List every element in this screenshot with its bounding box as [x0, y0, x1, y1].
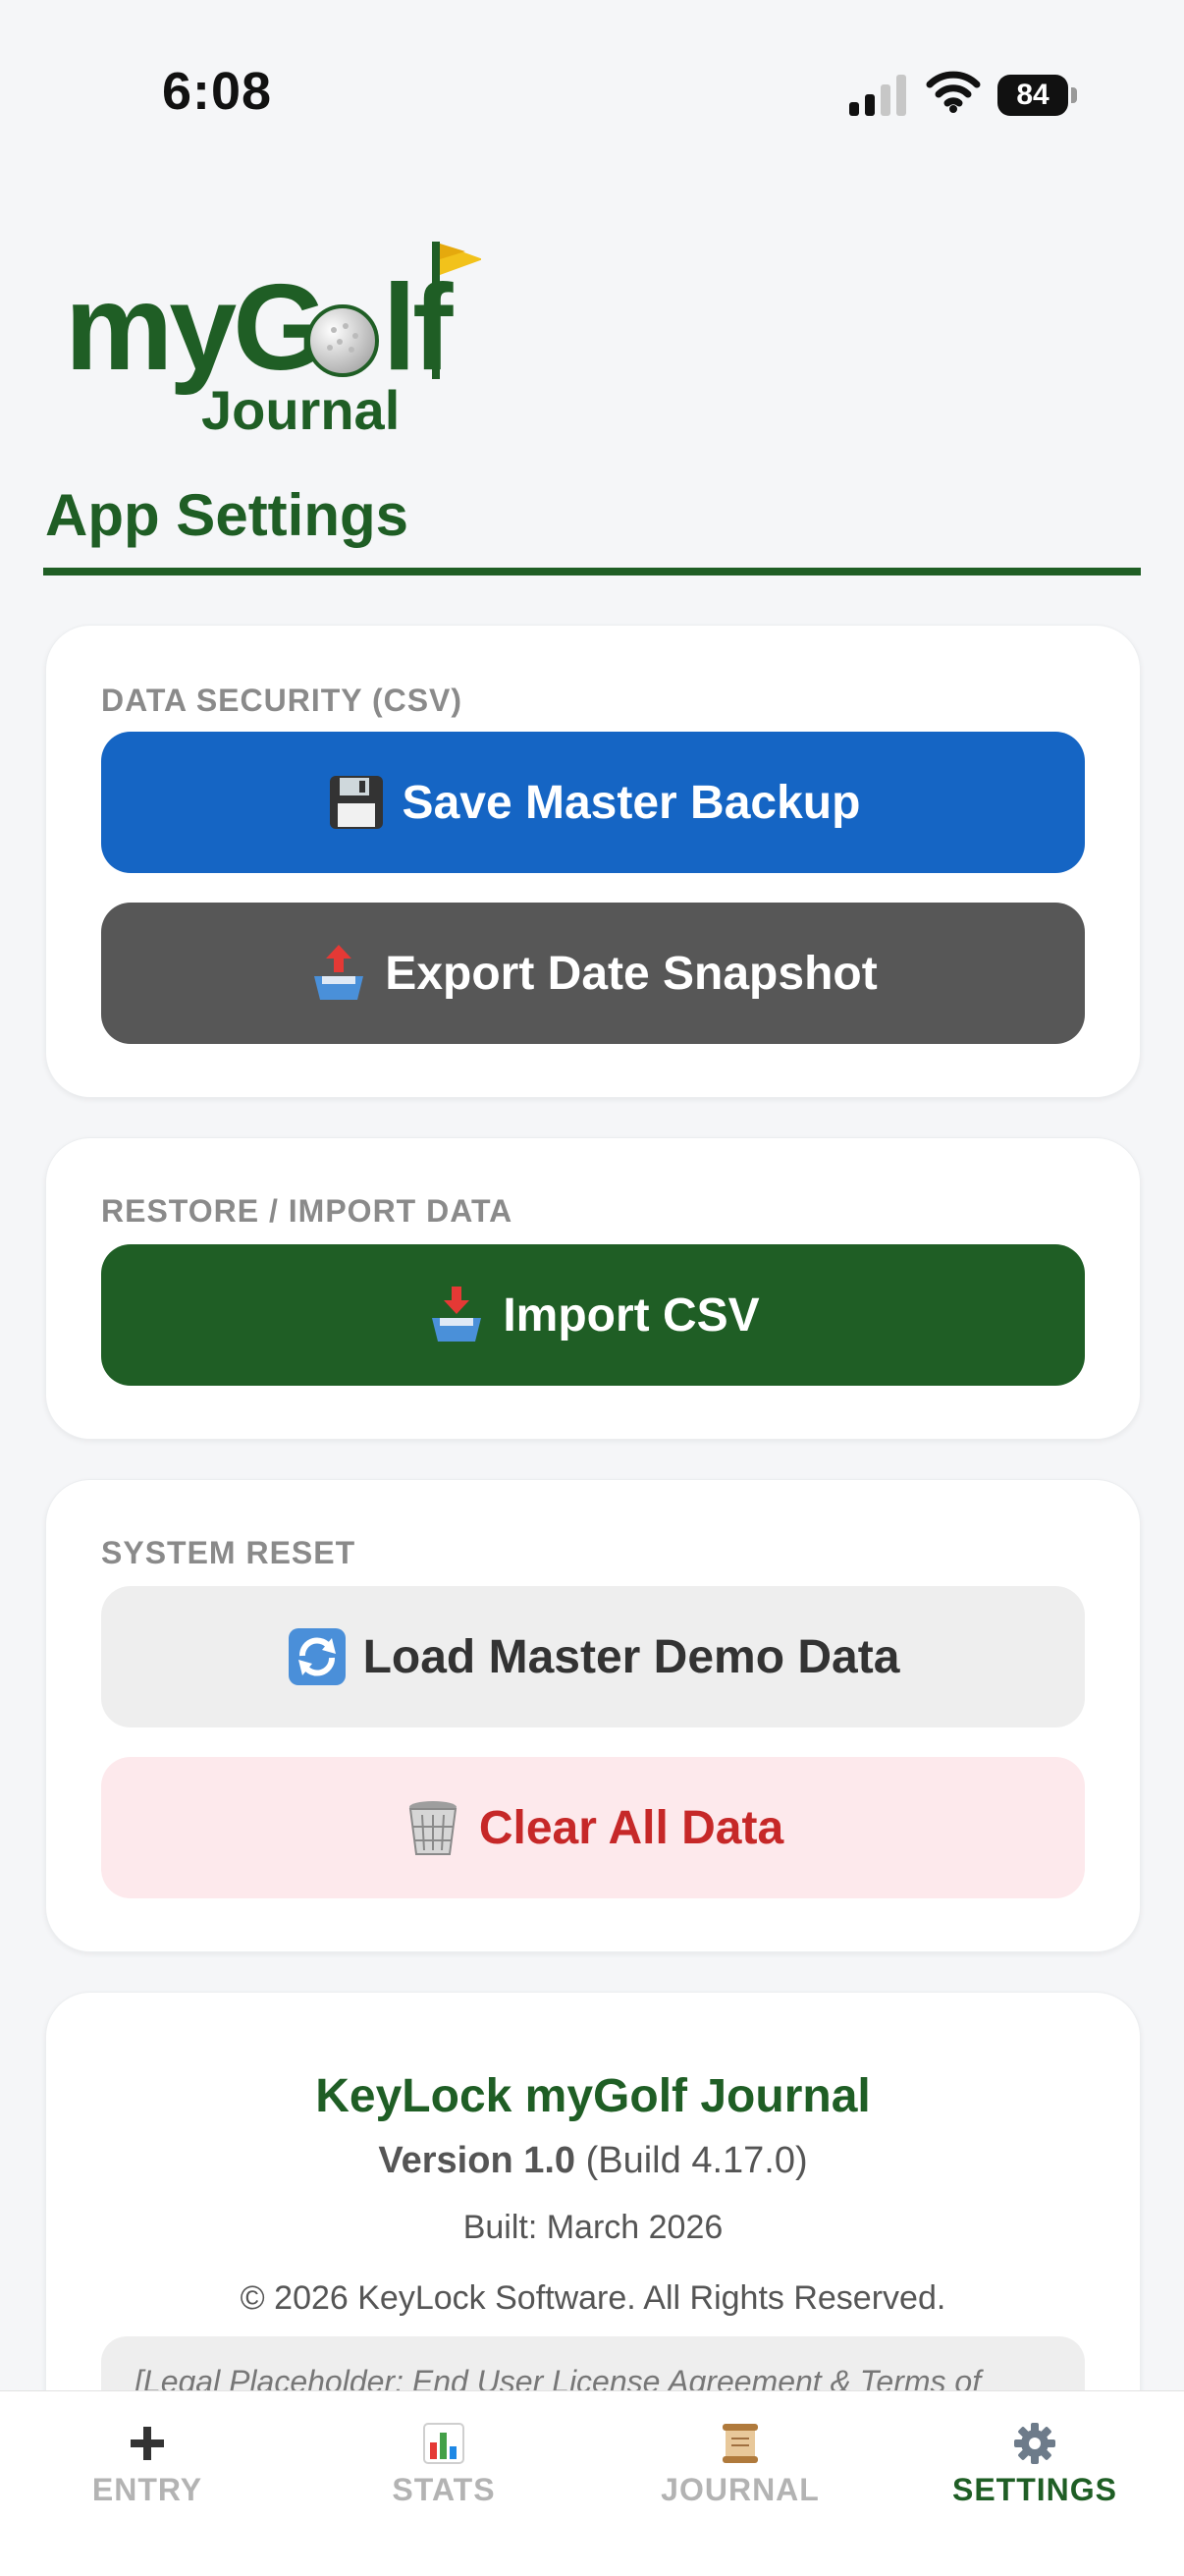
scroll-icon: [723, 2424, 758, 2463]
floppy-disk-icon: [329, 776, 383, 829]
tab-stats[interactable]: STATS: [326, 2421, 562, 2508]
battery-indicator: 84: [997, 75, 1078, 116]
import-csv-button[interactable]: Import CSV: [101, 1244, 1085, 1386]
button-label: Export Date Snapshot: [385, 947, 878, 1000]
version-number: Version 1.0: [378, 2140, 576, 2181]
restore-import-card: RESTORE / IMPORT DATA Import CSV: [45, 1137, 1141, 1440]
wastebasket-icon: [408, 1801, 457, 1855]
data-security-card: DATA SECURITY (CSV) Save Master Backup E…: [45, 625, 1141, 1098]
tab-label: SETTINGS: [951, 2472, 1117, 2507]
tab-label: STATS: [392, 2472, 496, 2507]
tab-label: JOURNAL: [661, 2472, 820, 2507]
battery-level: 84: [997, 75, 1068, 116]
system-reset-card: SYSTEM RESET Load Master Demo Data Clear…: [45, 1479, 1141, 1952]
tab-label: ENTRY: [91, 2472, 203, 2507]
button-label: Clear All Data: [478, 1801, 784, 1854]
export-date-snapshot-button[interactable]: Export Date Snapshot: [101, 903, 1085, 1044]
tab-settings[interactable]: SETTINGS: [917, 2421, 1153, 2508]
logo-text-part-1: myG: [65, 260, 328, 396]
golf-flag-icon: [432, 242, 481, 379]
load-master-demo-data-button[interactable]: Load Master Demo Data: [101, 1586, 1085, 1727]
build-number: (Build 4.17.0): [585, 2140, 808, 2181]
inbox-tray-icon: [432, 1287, 482, 1342]
bar-chart-icon: [423, 2423, 464, 2464]
button-label: Load Master Demo Data: [362, 1630, 900, 1683]
button-label: Save Master Backup: [402, 776, 861, 829]
plus-icon: [131, 2427, 164, 2460]
wifi-icon: [926, 71, 981, 113]
app-logo: myG lf Journal: [59, 228, 481, 444]
logo-subtitle: Journal: [201, 379, 401, 441]
about-version: Version 1.0 (Build 4.17.0): [46, 2140, 1140, 2182]
gear-icon: [1014, 2423, 1055, 2464]
title-divider: [43, 568, 1141, 575]
tab-journal[interactable]: JOURNAL: [622, 2421, 858, 2508]
button-label: Import CSV: [503, 1288, 760, 1342]
outbox-tray-icon: [314, 945, 364, 1000]
cellular-signal-icon: [849, 75, 906, 116]
refresh-arrows-icon: [288, 1628, 346, 1685]
section-label: RESTORE / IMPORT DATA: [101, 1193, 513, 1229]
page-title: App Settings: [45, 482, 408, 548]
status-bar: 6:08 84: [0, 0, 1184, 187]
section-label: SYSTEM RESET: [101, 1535, 356, 1570]
battery-cap: [1071, 87, 1077, 103]
tab-bar: ENTRY STATS JOURNAL SETTINGS: [0, 2390, 1184, 2576]
save-master-backup-button[interactable]: Save Master Backup: [101, 732, 1085, 873]
section-label: DATA SECURITY (CSV): [101, 683, 463, 718]
about-copyright: © 2026 KeyLock Software. All Rights Rese…: [240, 2279, 946, 2317]
clear-all-data-button[interactable]: Clear All Data: [101, 1757, 1085, 1898]
tab-entry[interactable]: ENTRY: [29, 2421, 265, 2508]
about-app-name: KeyLock myGolf Journal: [315, 2070, 871, 2122]
status-time: 6:08: [162, 62, 273, 121]
about-built-date: Built: March 2026: [462, 2209, 724, 2246]
